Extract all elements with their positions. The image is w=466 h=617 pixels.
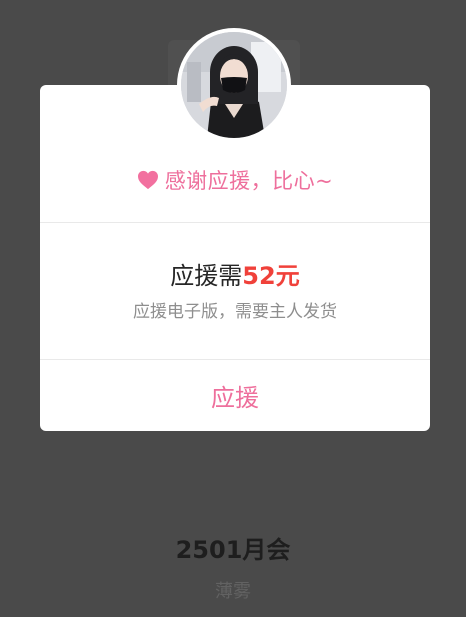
price-description: 应援电子版，需要主人发货 [133,302,337,322]
album-title: 2501月会 [175,536,291,564]
avatar-photo [181,32,287,138]
price-line: 应援需52元 [40,256,430,292]
heart-icon [137,170,158,190]
avatar [177,28,291,142]
support-button[interactable]: 应援 [40,360,430,431]
author-name: 薄雾 [215,581,251,602]
price-amount: 52元 [242,262,300,290]
page: 2501月会 薄雾 感谢应援，比心~ 应援需52元 应援电子版，需要主人发货 应… [0,0,466,617]
divider [40,222,430,223]
price-prefix: 应援需 [170,262,243,290]
thanks-message: 感谢应援，比心~ [164,169,334,193]
thanks-row: 感谢应援，比心~ [40,164,430,196]
